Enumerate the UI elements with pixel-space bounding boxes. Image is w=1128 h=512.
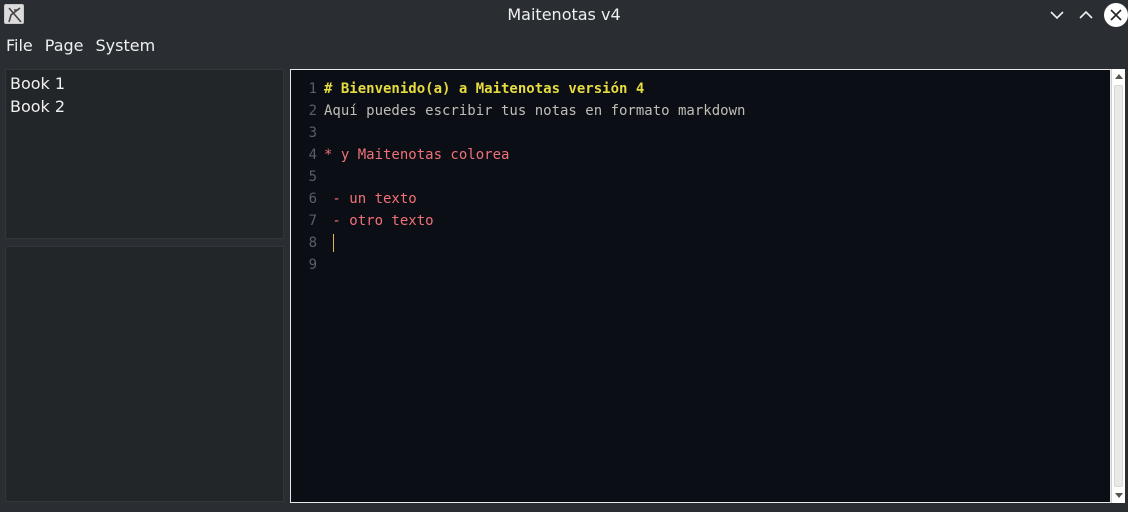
editor-line-list-item[interactable]: - otro texto [324, 210, 1106, 232]
editor-line-empty[interactable] [324, 166, 1106, 188]
editor-content[interactable]: # Bienvenido(a) a Maitenotas versión 4 A… [324, 78, 1106, 276]
maximize-button[interactable] [1074, 3, 1098, 27]
line-number: 1 [308, 81, 317, 97]
markdown-editor[interactable]: 1 2 3 4 5 6 7 8 9 # Bienvenido(a) a Mait… [290, 69, 1111, 503]
text-cursor [333, 234, 334, 252]
editor-line-heading[interactable]: # Bienvenido(a) a Maitenotas versión 4 [324, 78, 1106, 100]
books-list: Book 1 Book 2 [5, 69, 284, 239]
line-number-gutter: 1 2 3 4 5 6 7 8 9 [291, 78, 319, 276]
editor-line-empty[interactable] [324, 254, 1106, 276]
scroll-up-button[interactable] [1112, 69, 1126, 83]
close-icon [1110, 9, 1122, 21]
minimize-icon [1050, 11, 1064, 20]
menu-page[interactable]: Page [39, 32, 90, 60]
line-number: 3 [308, 125, 317, 141]
line-number: 7 [308, 213, 317, 229]
window-title: Maitenotas v4 [507, 5, 621, 24]
line-number: 8 [308, 235, 317, 251]
scroll-down-button[interactable] [1112, 489, 1126, 503]
editor-line-current[interactable] [324, 232, 1106, 254]
editor-line-empty[interactable] [324, 122, 1106, 144]
book-item-1[interactable]: Book 1 [9, 72, 283, 95]
book-item-2[interactable]: Book 2 [9, 95, 283, 118]
arrow-up-icon [1115, 74, 1123, 79]
editor-line-bullet[interactable]: * y Maitenotas colorea [324, 144, 1106, 166]
pages-list[interactable] [5, 246, 284, 502]
arrow-down-icon [1115, 493, 1123, 498]
minimize-button[interactable] [1045, 3, 1069, 27]
line-number: 5 [308, 169, 317, 185]
editor-line-list-item[interactable]: - un texto [324, 188, 1106, 210]
menu-bar: File Page System [0, 32, 161, 60]
editor-scrollbar[interactable] [1111, 69, 1125, 503]
close-button[interactable] [1104, 3, 1128, 27]
line-number: 6 [308, 191, 317, 207]
maximize-icon [1079, 10, 1093, 19]
menu-file[interactable]: File [0, 32, 39, 60]
line-number: 9 [308, 257, 317, 273]
menu-system[interactable]: System [90, 32, 162, 60]
scrollbar-track[interactable] [1114, 85, 1123, 487]
title-bar: Maitenotas v4 [0, 0, 1128, 30]
editor-line-text[interactable]: Aquí puedes escribir tus notas en format… [324, 100, 1106, 122]
line-number: 2 [308, 103, 317, 119]
line-number: 4 [308, 147, 317, 163]
